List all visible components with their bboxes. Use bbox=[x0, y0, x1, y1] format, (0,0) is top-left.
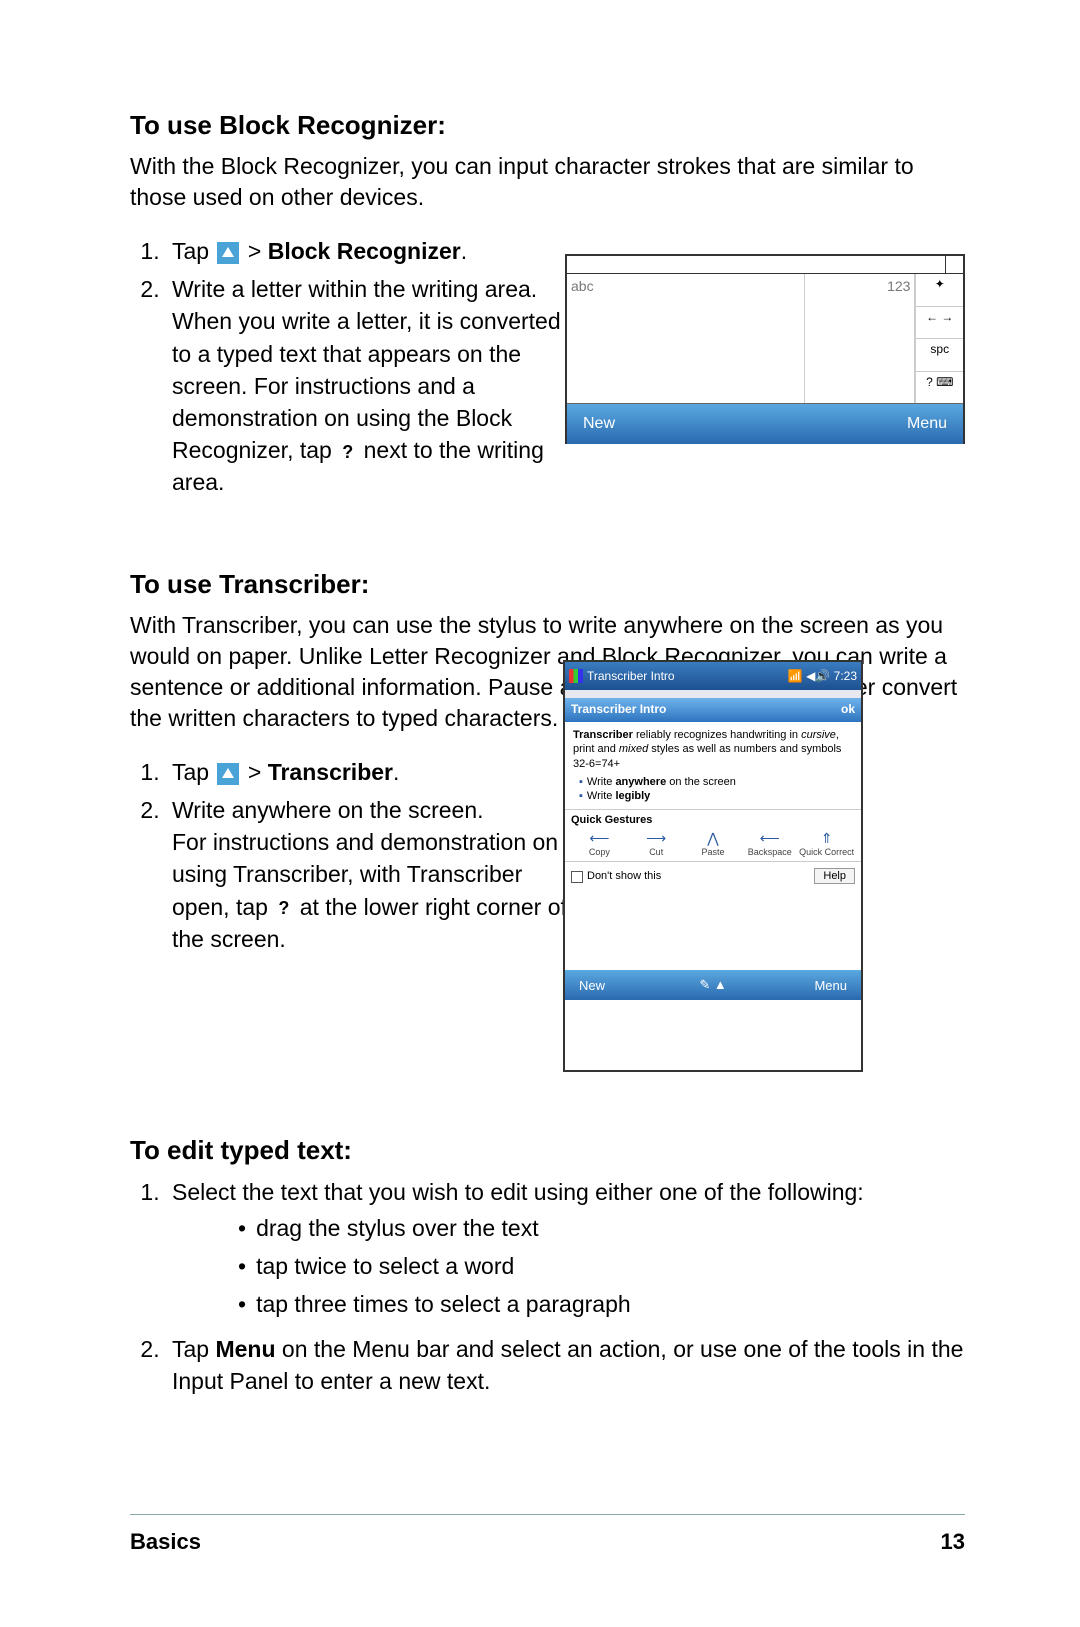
trans-ok: ok bbox=[841, 702, 855, 718]
trans-botbar: New ✎ ▲ Menu bbox=[565, 970, 861, 1000]
page: To use Block Recognizer: With the Block … bbox=[0, 0, 1080, 1627]
trans-bot-menu: Menu bbox=[743, 978, 861, 993]
figure-new-label: New bbox=[567, 415, 765, 433]
trans-blank bbox=[565, 890, 861, 970]
t-step2-line1: Write anywhere on the screen. bbox=[172, 797, 484, 823]
trans-bot-mid: ✎ ▲ bbox=[683, 977, 742, 993]
step-1: Tap > Block Recognizer. bbox=[166, 235, 576, 267]
edit-bullets: drag the stylus over the text tap twice … bbox=[172, 1212, 965, 1321]
trans-titlebar: Transcriber Intro 📶 ◀🔊 7:23 bbox=[565, 662, 861, 690]
step1-prefix: Tap bbox=[172, 238, 215, 264]
t-step1-bold: Transcriber bbox=[268, 759, 393, 785]
side-3: ? ⌨ bbox=[915, 372, 963, 404]
desc-mixed: mixed bbox=[619, 743, 648, 755]
input-panel-icon bbox=[217, 763, 239, 785]
trans-step-2: Write anywhere on the screen. For instru… bbox=[166, 794, 576, 955]
step2-line1: Write a letter within the writing area. bbox=[172, 276, 537, 302]
help-button: Help bbox=[814, 868, 855, 884]
t-step1-mid: > bbox=[248, 759, 268, 785]
intro-block-recognizer: With the Block Recognizer, you can input… bbox=[130, 151, 965, 213]
gest-paste: Paste bbox=[701, 847, 724, 857]
figure-block-recognizer: abc 123 ✦ ← → spc ? ⌨ New Menu bbox=[565, 254, 965, 444]
step1-suffix: . bbox=[461, 238, 467, 264]
side-0: ✦ bbox=[915, 274, 963, 307]
heading-edit-text: To edit typed text: bbox=[130, 1135, 965, 1166]
checkbox-icon bbox=[571, 871, 583, 883]
edit2-bold: Menu bbox=[215, 1336, 275, 1362]
trans-gestures: Quick Gestures ⟵Copy ⟶Cut ⋀Paste ⟵Backsp… bbox=[565, 810, 861, 862]
question-icon: ? bbox=[338, 440, 357, 465]
figure-writing-area: abc 123 ✦ ← → spc ? ⌨ bbox=[567, 274, 963, 404]
t-step1-suffix: . bbox=[393, 759, 399, 785]
trans-title: Transcriber Intro bbox=[587, 669, 675, 683]
figure-123-zone: 123 bbox=[805, 274, 916, 403]
desc-r1: reliably recognizes handwriting in bbox=[633, 729, 801, 741]
page-number: 13 bbox=[941, 1529, 965, 1555]
gest-copy: Copy bbox=[589, 847, 610, 857]
trans-header: Transcriber Intro ok bbox=[565, 698, 861, 722]
trans-desc-panel: Transcriber reliably recognizes handwrit… bbox=[565, 722, 861, 810]
bullet-1: tap twice to select a word bbox=[232, 1250, 965, 1282]
gest-backspace: Backspace bbox=[748, 847, 792, 857]
tip-2: Write legibly bbox=[579, 789, 853, 803]
edit2-a: Tap bbox=[172, 1336, 215, 1362]
step1-bold: Block Recognizer bbox=[268, 238, 461, 264]
step-2: Write a letter within the writing area. … bbox=[166, 273, 576, 498]
t-step2-detail: For instructions and demonstration on us… bbox=[172, 826, 576, 955]
desc-bold: Transcriber bbox=[573, 729, 633, 741]
gest-quickcorrect: Quick Correct bbox=[799, 847, 854, 857]
side-1: ← → bbox=[915, 307, 963, 340]
trans-bot-new: New bbox=[565, 978, 683, 993]
figure-side-controls: ✦ ← → spc ? ⌨ bbox=[915, 274, 963, 403]
t-step1-prefix: Tap bbox=[172, 759, 215, 785]
figure-menu-label: Menu bbox=[765, 415, 963, 433]
step2-detail: When you write a letter, it is converted… bbox=[172, 305, 576, 498]
bullet-0: drag the stylus over the text bbox=[232, 1212, 965, 1244]
steps-edit-text: Select the text that you wish to edit us… bbox=[130, 1176, 965, 1397]
edit-step-2: Tap Menu on the Menu bar and select an a… bbox=[166, 1333, 965, 1397]
gest-title: Quick Gestures bbox=[571, 814, 855, 826]
figure-menu-bar: New Menu bbox=[567, 404, 963, 444]
trans-step-1: Tap > Transcriber. bbox=[166, 756, 576, 788]
footer-section: Basics bbox=[130, 1529, 201, 1555]
desc-cursive: cursive bbox=[801, 729, 836, 741]
dont-show-label: Don't show this bbox=[587, 870, 661, 882]
gest-cut: Cut bbox=[649, 847, 663, 857]
step1-mid: > bbox=[248, 238, 268, 264]
figure-abc-zone: abc bbox=[567, 274, 805, 403]
tip-1: Write anywhere on the screen bbox=[579, 775, 853, 789]
trans-checkrow: Don't show this Help bbox=[565, 862, 861, 890]
bullet-2: tap three times to select a paragraph bbox=[232, 1288, 965, 1320]
input-panel-icon bbox=[217, 242, 239, 264]
edit2-b: on the Menu bar and select an action, or… bbox=[172, 1336, 963, 1394]
heading-transcriber: To use Transcriber: bbox=[130, 569, 965, 600]
trans-header-text: Transcriber Intro bbox=[571, 702, 666, 718]
question-icon: ? bbox=[274, 896, 293, 921]
edit-step-1: Select the text that you wish to edit us… bbox=[166, 1176, 965, 1321]
figure-top-bar bbox=[567, 256, 963, 274]
trans-clock: 📶 ◀🔊 7:23 bbox=[788, 669, 857, 683]
side-2: spc bbox=[915, 339, 963, 372]
page-footer: Basics 13 bbox=[130, 1514, 965, 1555]
figure-transcriber: Transcriber Intro 📶 ◀🔊 7:23 Transcriber … bbox=[563, 660, 863, 1072]
trans-strip bbox=[565, 690, 861, 698]
start-flag-icon bbox=[569, 669, 583, 683]
heading-block-recognizer: To use Block Recognizer: bbox=[130, 110, 965, 141]
